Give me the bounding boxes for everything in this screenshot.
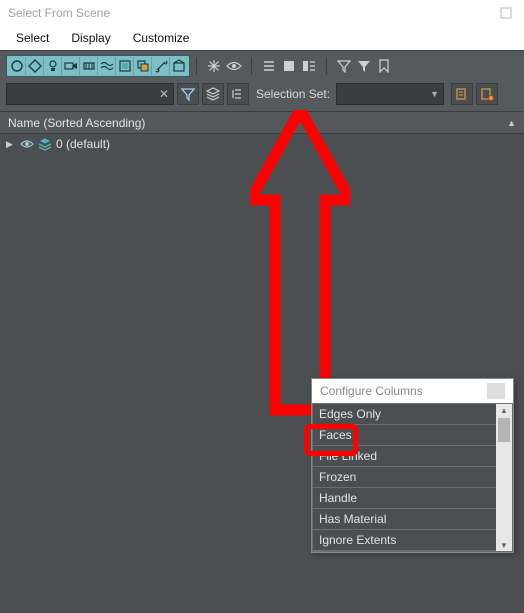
title-bar: Select From Scene xyxy=(0,0,524,26)
funnel-toggle-icon[interactable] xyxy=(177,83,199,105)
menu-bar: Select Display Customize xyxy=(0,26,524,50)
list-item[interactable]: Has Material xyxy=(313,509,496,530)
create-selection-set-icon[interactable] xyxy=(451,83,473,105)
list-item-label: Frozen xyxy=(319,470,356,484)
xref-icon[interactable] xyxy=(134,57,152,75)
snowflake-icon[interactable] xyxy=(204,56,224,76)
column-header[interactable]: Name (Sorted Ascending) ▲ xyxy=(0,112,524,134)
list-item-label: Ignore Extents xyxy=(319,533,396,547)
geometry-icon[interactable] xyxy=(26,57,44,75)
clear-search-icon[interactable]: ✕ xyxy=(159,87,169,101)
toolbar: ✕ Selection Set: ▼ xyxy=(0,50,524,112)
expand-collapse-icon[interactable] xyxy=(227,83,249,105)
name-search-field[interactable]: ✕ xyxy=(6,83,174,105)
save-selection-set-icon[interactable] xyxy=(476,83,498,105)
visibility-eye-icon[interactable] xyxy=(20,137,34,151)
scrollbar[interactable]: ▲ ▼ xyxy=(496,404,512,551)
list-item[interactable]: File Linked xyxy=(313,446,496,467)
display-all-icon[interactable] xyxy=(8,57,26,75)
close-popup-button[interactable] xyxy=(487,383,505,399)
menu-select[interactable]: Select xyxy=(14,29,51,47)
sort-ascending-icon: ▲ xyxy=(507,118,516,128)
eye-icon[interactable] xyxy=(224,56,244,76)
detail-view-icon[interactable] xyxy=(299,56,319,76)
list-item-label: Has Material xyxy=(319,512,386,526)
chevron-down-icon: ▼ xyxy=(430,89,439,99)
scroll-down-icon[interactable]: ▼ xyxy=(496,539,512,551)
list-item[interactable]: Faces xyxy=(313,425,496,446)
funnel-icon[interactable] xyxy=(334,56,354,76)
expand-arrow-icon[interactable]: ▶ xyxy=(6,139,16,150)
tree-row-label: 0 (default) xyxy=(56,137,110,151)
menu-customize[interactable]: Customize xyxy=(131,29,192,47)
list-view-icon[interactable] xyxy=(259,56,279,76)
window-title: Select From Scene xyxy=(8,6,110,20)
selection-set-dropdown[interactable]: ▼ xyxy=(336,83,444,105)
list-item-label: Edges Only xyxy=(319,407,381,421)
list-item-label: Faces xyxy=(319,428,352,442)
scroll-thumb[interactable] xyxy=(498,418,510,442)
light-icon[interactable] xyxy=(44,57,62,75)
list-item[interactable]: Handle xyxy=(313,488,496,509)
tree-row[interactable]: ▶ 0 (default) xyxy=(0,134,524,154)
configure-columns-titlebar: Configure Columns xyxy=(312,379,513,403)
layer-stack-icon[interactable] xyxy=(38,137,52,151)
container-icon[interactable] xyxy=(170,57,188,75)
funnel-clear-icon[interactable] xyxy=(354,56,374,76)
list-item[interactable]: Frozen xyxy=(313,467,496,488)
list-item[interactable]: Ignore Extents xyxy=(313,530,496,551)
list-item-label: File Linked xyxy=(319,449,377,463)
configure-columns-title: Configure Columns xyxy=(320,384,423,398)
group-icon[interactable] xyxy=(116,57,134,75)
list-item[interactable]: Edges Only xyxy=(313,404,496,425)
helper-icon[interactable] xyxy=(80,57,98,75)
menu-display[interactable]: Display xyxy=(69,29,112,47)
bookmark-icon[interactable] xyxy=(374,56,394,76)
spacewarp-icon[interactable] xyxy=(98,57,116,75)
scroll-up-icon[interactable]: ▲ xyxy=(496,404,512,416)
list-item-label: Handle xyxy=(319,491,357,505)
selection-set-label: Selection Set: xyxy=(256,87,330,101)
hierarchy-view-icon[interactable] xyxy=(279,56,299,76)
layers-icon[interactable] xyxy=(202,83,224,105)
column-header-label: Name (Sorted Ascending) xyxy=(8,116,145,130)
display-filter-group xyxy=(6,55,190,77)
bone-icon[interactable] xyxy=(152,57,170,75)
window-button[interactable] xyxy=(496,3,516,23)
configure-columns-list: Edges Only Faces File Linked Frozen Hand… xyxy=(312,403,513,552)
camera-icon[interactable] xyxy=(62,57,80,75)
configure-columns-popup: Configure Columns Edges Only Faces File … xyxy=(311,378,514,553)
